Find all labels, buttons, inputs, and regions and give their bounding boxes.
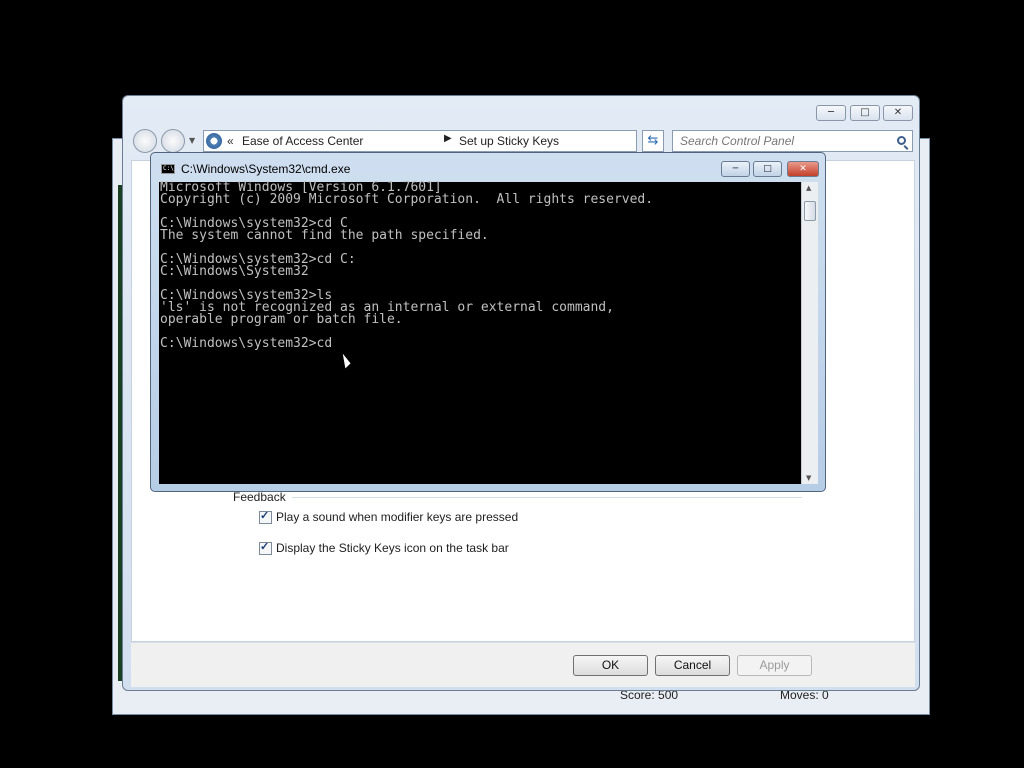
dialog-footer: OK Cancel Apply (131, 642, 915, 687)
address-bar[interactable]: « Ease of Access Center ▶ Set up Sticky … (203, 130, 715, 152)
console-line: C:\Windows\system32>cd (160, 336, 333, 351)
cancel-button[interactable]: Cancel (655, 655, 730, 676)
mouse-pointer-icon (342, 352, 352, 369)
cmd-close-button[interactable]: ✕ (787, 161, 819, 177)
recent-pages-icon[interactable]: ▼ (189, 136, 195, 145)
forward-button[interactable] (161, 129, 185, 153)
search-input[interactable]: Search Control Panel (672, 130, 913, 152)
search-icon[interactable] (897, 136, 906, 145)
back-button[interactable] (133, 129, 157, 153)
scroll-thumb[interactable] (804, 201, 816, 221)
console-text[interactable]: Microsoft Windows [Version 6.1.7601] Copy… (159, 181, 801, 351)
option-show-icon[interactable]: ✓ Display the Sticky Keys icon on the tas… (259, 541, 509, 556)
cmd-window[interactable]: C:\ C:\Windows\System32\cmd.exe ─ □ ✕ Mi… (150, 152, 826, 492)
game-status-bar: Score: 500 Moves: 0 (600, 688, 915, 708)
play-sound-checkbox[interactable]: ✓ (259, 510, 272, 525)
apply-button[interactable]: Apply (737, 655, 812, 676)
breadcrumb-ease-of-access[interactable]: Ease of Access Center (242, 134, 363, 148)
checkmark-icon: ✓ (260, 510, 270, 523)
minimize-button[interactable]: ─ (816, 105, 846, 121)
control-panel-icon (206, 133, 222, 149)
console-line: The system cannot find the path specifie… (160, 228, 489, 243)
console-line: Copyright (c) 2009 Microsoft Corporation… (160, 192, 654, 207)
close-button[interactable]: ✕ (883, 105, 913, 121)
ok-button[interactable]: OK (573, 655, 648, 676)
maximize-button[interactable]: □ (850, 105, 880, 121)
refresh-icon[interactable]: ⇆ (642, 130, 664, 152)
play-sound-label[interactable]: Play a sound when modifier keys are pres… (276, 510, 518, 524)
cmd-maximize-button[interactable]: □ (753, 161, 782, 177)
show-icon-checkbox[interactable]: ✓ (259, 541, 272, 556)
console-scrollbar[interactable]: ▲ ▼ (801, 182, 818, 484)
console-output[interactable]: Microsoft Windows [Version 6.1.7601] Copy… (159, 181, 801, 484)
feedback-section-label: Feedback (233, 490, 286, 504)
breadcrumb-chevron-icon[interactable]: « (227, 134, 234, 148)
cmd-minimize-button[interactable]: ─ (721, 161, 750, 177)
option-play-sound[interactable]: ✓ Play a sound when modifier keys are pre… (259, 510, 518, 525)
search-placeholder: Search Control Panel (680, 134, 795, 148)
console-line: operable program or batch file. (160, 312, 403, 327)
cmd-icon[interactable]: C:\ (161, 164, 175, 174)
show-icon-label[interactable]: Display the Sticky Keys icon on the task… (276, 541, 509, 555)
breadcrumb-arrow-icon[interactable]: ▶ (444, 133, 452, 144)
console-line: C:\Windows\System32 (160, 264, 309, 279)
scroll-down-icon[interactable]: ▼ (806, 474, 811, 482)
cmd-title: C:\Windows\System32\cmd.exe (181, 162, 351, 176)
section-divider (292, 497, 802, 498)
breadcrumb-sticky-keys[interactable]: Set up Sticky Keys (459, 134, 559, 148)
checkmark-icon: ✓ (260, 541, 270, 554)
scroll-up-icon[interactable]: ▲ (806, 184, 811, 192)
